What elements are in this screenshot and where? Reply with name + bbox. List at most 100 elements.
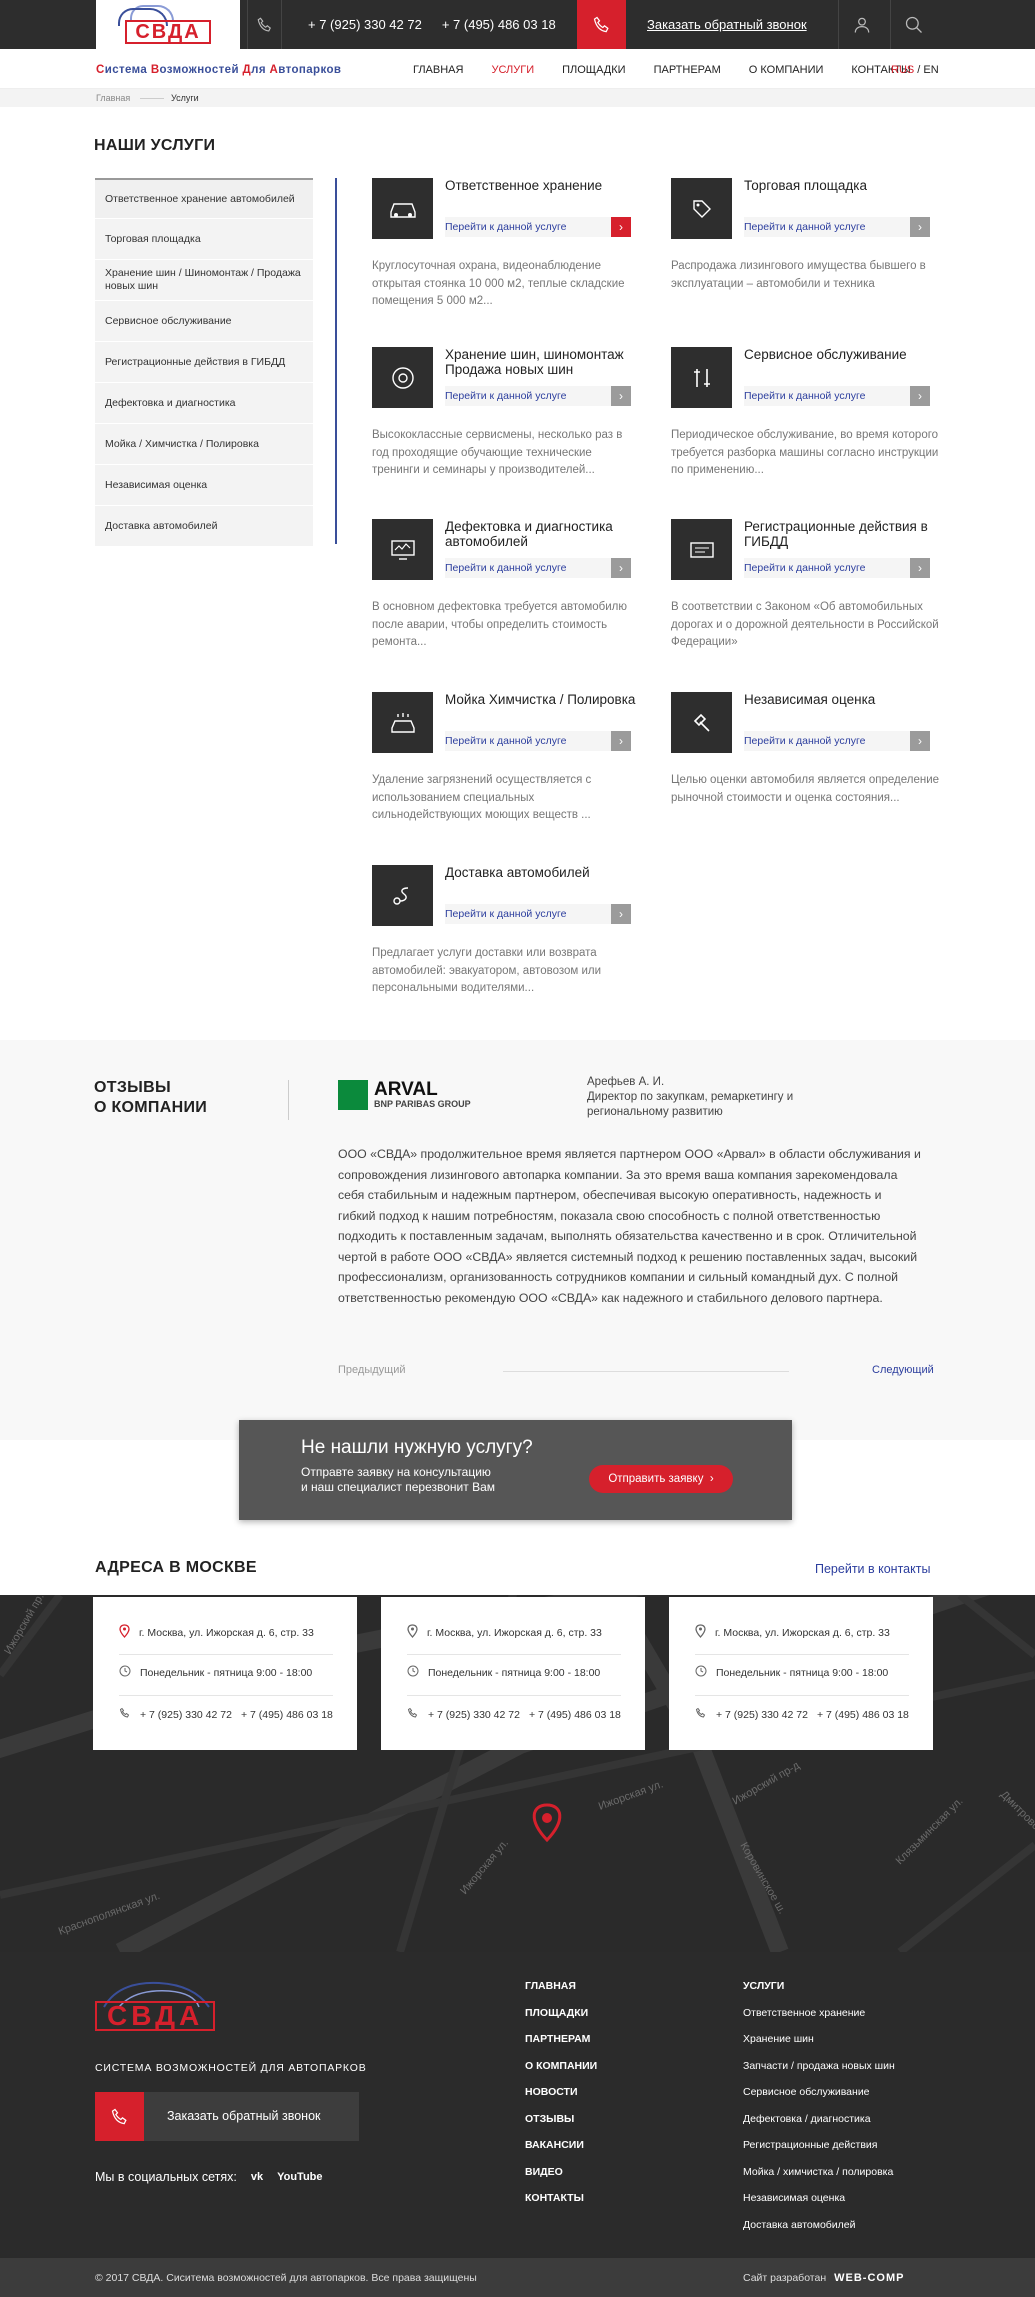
service-title[interactable]: Мойка Химчистка / Полировка (445, 692, 645, 707)
address-text: г. Москва, ул. Ижорская д. 6, стр. 33 (715, 1626, 890, 1639)
sidebar-item-storage[interactable]: Ответственное хранение автомобилей (95, 178, 313, 219)
footer-service-link[interactable]: Ответственное хранение (743, 2007, 895, 2034)
footer-link[interactable]: ПЛОЩАДКИ (525, 2007, 597, 2034)
service-title[interactable]: Регистрационные действия в ГИБДД (744, 519, 944, 549)
footer-service-link[interactable]: Сервисное обслуживание (743, 2086, 895, 2113)
service-link[interactable]: Перейти к данной услуге (445, 908, 566, 920)
service-title[interactable]: Доставка автомобилей (445, 865, 645, 880)
service-title[interactable]: Хранение шин, шиномонтаж Продажа новых ш… (445, 347, 645, 377)
map-label: Ижорский пр-д (731, 1759, 803, 1807)
breadcrumb-home[interactable]: Главная (96, 93, 130, 103)
phone-icon (407, 1707, 419, 1722)
chevron-right-icon[interactable]: › (611, 386, 631, 406)
header-phone-1[interactable]: + 7 (925) 330 42 72 (308, 17, 422, 32)
review-next-link[interactable]: Следующий (872, 1364, 934, 1376)
footer-link[interactable]: ГЛАВНАЯ (525, 1980, 597, 2007)
send-request-button[interactable]: Отправить заявку › (589, 1465, 733, 1493)
user-icon[interactable] (838, 0, 884, 49)
service-link[interactable]: Перейти к данной услуге (445, 390, 566, 402)
service-link[interactable]: Перейти к данной услуге (744, 221, 865, 233)
footer-link[interactable]: ВИДЕО (525, 2166, 597, 2193)
phone-1[interactable]: + 7 (925) 330 42 72 (140, 1709, 232, 1721)
sidebar-item-tires[interactable]: Хранение шин / Шиномонтаж / Продажа новы… (95, 260, 313, 301)
developer-logo[interactable]: WEB-COMP (834, 2272, 904, 2284)
phone-2[interactable]: + 7 (495) 486 03 18 (817, 1709, 909, 1721)
nav-services[interactable]: УСЛУГИ (491, 64, 534, 76)
map-label: Ижорская ул. (597, 1778, 665, 1813)
nav-home[interactable]: ГЛАВНАЯ (413, 64, 463, 76)
service-link[interactable]: Перейти к данной услуге (445, 221, 566, 233)
sidebar-item-delivery[interactable]: Доставка автомобилей (95, 506, 313, 547)
service-link[interactable]: Перейти к данной услуге (445, 562, 566, 574)
service-title[interactable]: Сервисное обслуживание (744, 347, 944, 362)
service-title[interactable]: Ответственное хранение (445, 178, 645, 193)
chevron-right-icon[interactable]: › (910, 731, 930, 751)
chevron-right-icon[interactable]: › (910, 386, 930, 406)
nav-partners[interactable]: ПАРТНЕРАМ (654, 64, 721, 76)
footer-service-link[interactable]: Хранение шин (743, 2033, 895, 2060)
footer-nav: ГЛАВНАЯ ПЛОЩАДКИ ПАРТНЕРАМ О КОМПАНИИ НО… (525, 1980, 597, 2219)
service-title[interactable]: Торговая площадка (744, 178, 944, 193)
footer-link[interactable]: О КОМПАНИИ (525, 2060, 597, 2087)
service-link[interactable]: Перейти к данной услуге (744, 390, 865, 402)
nav-about[interactable]: О КОМПАНИИ (749, 64, 824, 76)
contacts-link[interactable]: Перейти в контакты (815, 1562, 930, 1576)
site-tagline: Система Возможностей Для Автопарков (96, 64, 342, 76)
logo[interactable]: СВДА (96, 0, 240, 49)
youtube-icon[interactable]: YouTube (277, 2171, 322, 2183)
chevron-right-icon[interactable]: › (910, 558, 930, 578)
footer-link[interactable]: КОНТАКТЫ (525, 2192, 597, 2219)
hours-text: Понедельник - пятница 9:00 - 18:00 (716, 1666, 889, 1679)
chevron-right-icon[interactable]: › (611, 217, 631, 237)
chevron-right-icon[interactable]: › (611, 731, 631, 751)
chevron-right-icon[interactable]: › (611, 558, 631, 578)
service-title[interactable]: Независимая оценка (744, 692, 944, 707)
nav-sites[interactable]: ПЛОЩАДКИ (562, 64, 625, 76)
service-title[interactable]: Дефектовка и диагностика автомобилей (445, 519, 645, 549)
footer-link[interactable]: ОТЗЫВЫ (525, 2113, 597, 2140)
callback-phone-icon[interactable] (577, 0, 626, 49)
phone-1[interactable]: + 7 (925) 330 42 72 (716, 1709, 808, 1721)
header-phone-2[interactable]: + 7 (495) 486 03 18 (442, 17, 556, 32)
footer-service-link[interactable]: Доставка автомобилей (743, 2219, 895, 2246)
vk-icon[interactable]: vk (251, 2171, 263, 2183)
phone-2[interactable]: + 7 (495) 486 03 18 (529, 1709, 621, 1721)
delivery-route-icon (372, 865, 433, 926)
sidebar-item-service[interactable]: Сервисное обслуживание (95, 301, 313, 342)
sidebar-item-registration[interactable]: Регистрационные действия в ГИБДД (95, 342, 313, 383)
footer-callback-button[interactable]: Заказать обратный звонок (95, 2092, 359, 2141)
callback-link[interactable]: Заказать обратный звонок (647, 17, 807, 32)
service-link[interactable]: Перейти к данной услуге (445, 735, 566, 747)
footer-link[interactable]: ПАРТНЕРАМ (525, 2033, 597, 2060)
footer-logo[interactable]: СВДА (95, 1979, 275, 2031)
diagnostics-icon (372, 519, 433, 580)
footer-service-link[interactable]: Дефектовка / диагностика (743, 2113, 895, 2140)
lang-en[interactable]: EN (923, 64, 938, 76)
footer-service-link[interactable]: Независимая оценка (743, 2192, 895, 2219)
footer-link[interactable]: ВАКАНСИИ (525, 2139, 597, 2166)
review-text: ООО «СВДА» продолжительное время являетс… (338, 1147, 921, 1305)
service-desc: Распродажа лизингового имущества бывшего… (671, 260, 926, 290)
review-prev-link[interactable]: Предыдущий (338, 1364, 405, 1376)
service-desc: Удаление загрязнений осуществляется с ис… (372, 774, 592, 821)
chevron-right-icon: › (709, 1473, 714, 1485)
footer-service-link[interactable]: Регистрационные действия (743, 2139, 895, 2166)
footer-service-link[interactable]: Запчасти / продажа новых шин (743, 2060, 895, 2087)
chevron-right-icon[interactable]: › (611, 904, 631, 924)
search-icon[interactable] (890, 0, 936, 49)
footer-service-link[interactable]: Мойка / химчистка / полировка (743, 2166, 895, 2193)
service-link[interactable]: Перейти к данной услуге (744, 562, 865, 574)
footer-link[interactable]: НОВОСТИ (525, 2086, 597, 2113)
lang-ru[interactable]: RUS (891, 64, 914, 76)
hours-text: Понедельник - пятница 9:00 - 18:00 (428, 1666, 601, 1679)
service-link[interactable]: Перейти к данной услуге (744, 735, 865, 747)
sidebar-item-wash[interactable]: Мойка / Химчистка / Полировка (95, 424, 313, 465)
services-sidebar: Ответственное хранение автомобилей Торго… (95, 178, 313, 547)
phone-1[interactable]: + 7 (925) 330 42 72 (428, 1709, 520, 1721)
chevron-right-icon[interactable]: › (910, 217, 930, 237)
footer-services-heading[interactable]: УСЛУГИ (743, 1980, 895, 2007)
sidebar-item-diagnostics[interactable]: Дефектовка и диагностика (95, 383, 313, 424)
sidebar-item-appraisal[interactable]: Независимая оценка (95, 465, 313, 506)
sidebar-item-marketplace[interactable]: Торговая площадка (95, 219, 313, 260)
phone-2[interactable]: + 7 (495) 486 03 18 (241, 1709, 333, 1721)
